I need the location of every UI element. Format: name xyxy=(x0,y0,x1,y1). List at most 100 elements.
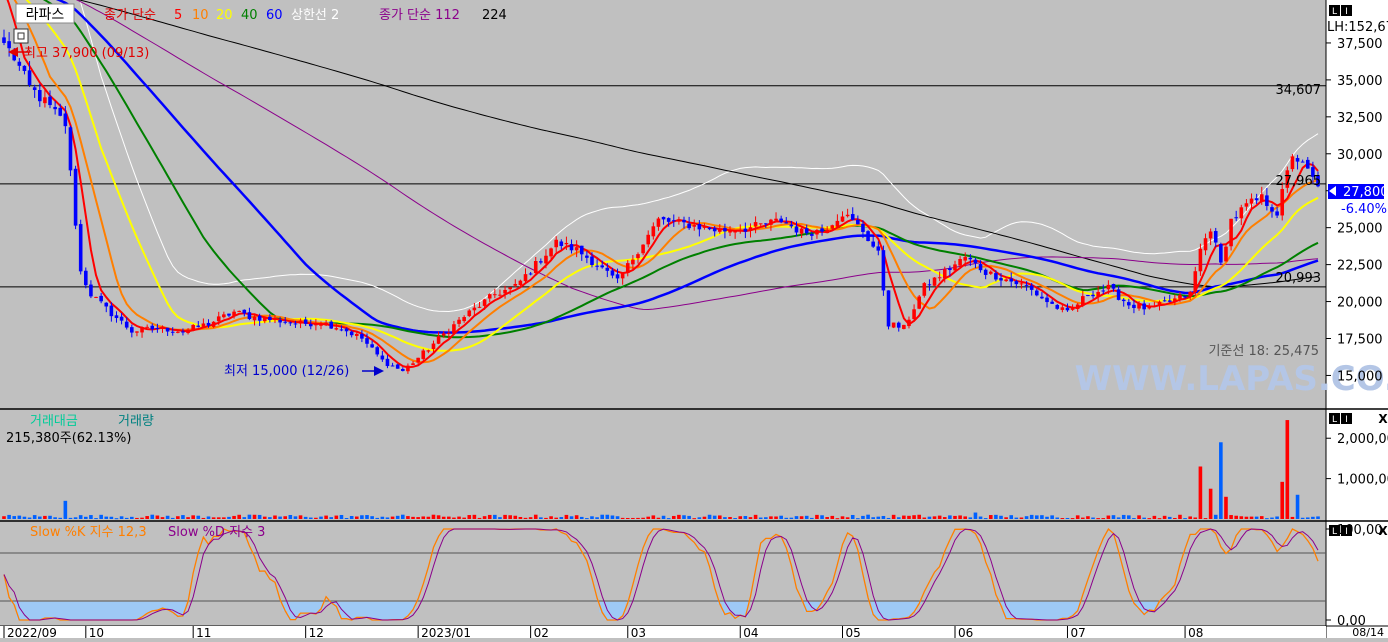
volume-bar xyxy=(891,514,896,519)
volume-bar xyxy=(390,516,395,519)
volume-bar xyxy=(866,514,870,519)
volume-bar xyxy=(1193,517,1198,519)
volume-bar xyxy=(319,516,323,519)
x-tick-label: 06 xyxy=(958,626,973,638)
volume-bar xyxy=(881,515,886,519)
volume-bar xyxy=(482,516,487,519)
volume-bar xyxy=(1004,517,1008,519)
volume-bar xyxy=(27,517,32,519)
hline-label-3: 20,993 xyxy=(1276,271,1322,286)
volume-bar xyxy=(94,518,98,520)
price-tick-label: 15,000 xyxy=(1337,369,1383,384)
price-tick-label: 17,500 xyxy=(1337,333,1383,348)
chart-canvas[interactable]: WWW.LAPAS.CO.KR 37,50035,00032,50030,000… xyxy=(0,0,1388,640)
price-tick-label: 20,000 xyxy=(1337,296,1383,311)
x-tick-label: 08 xyxy=(1188,626,1203,638)
volume-bar xyxy=(196,515,201,519)
hline-label-2: 27,965 xyxy=(1276,174,1322,189)
volume-bar xyxy=(1203,518,1208,520)
volume-bar xyxy=(58,517,63,519)
volume-bar xyxy=(160,517,165,519)
x-tick-label: 05 xyxy=(846,626,861,638)
candle xyxy=(421,348,426,361)
candle xyxy=(1219,242,1223,266)
volume-bar xyxy=(1096,518,1100,520)
kijun-label: 기준선 18: 25,475 xyxy=(1208,344,1319,359)
volume-bar xyxy=(329,517,334,519)
volume-bar xyxy=(1219,442,1223,519)
volume-bar xyxy=(84,516,88,519)
hline-label-1: 34,607 xyxy=(1276,83,1322,98)
volume-bar xyxy=(1121,514,1126,519)
volume-bar xyxy=(615,516,620,519)
price-panel[interactable] xyxy=(0,0,1326,408)
volume-bar xyxy=(140,517,144,519)
volume-bar xyxy=(1224,496,1228,519)
volume-bar xyxy=(804,515,809,519)
volume-bar xyxy=(968,517,973,519)
volume-bar xyxy=(983,518,988,520)
volume-bar xyxy=(104,516,109,519)
volume-bar xyxy=(728,517,732,519)
volume-bar xyxy=(1127,515,1131,519)
volume-bar xyxy=(687,515,691,519)
volume-bar xyxy=(406,516,410,519)
volume-bar xyxy=(436,515,441,519)
candle xyxy=(922,282,927,298)
volume-bar xyxy=(380,516,385,519)
volume-bar xyxy=(124,517,129,519)
volume-bar xyxy=(176,516,180,519)
volume-bar xyxy=(1152,515,1157,519)
volume-bar xyxy=(170,517,175,519)
volume-bar xyxy=(886,517,891,519)
settings-box-icon[interactable] xyxy=(13,28,29,44)
volume-bar xyxy=(641,517,645,519)
volume-bar xyxy=(1270,517,1274,519)
price-tick-label: 37,500 xyxy=(1337,37,1383,52)
volume-bar xyxy=(508,515,512,519)
vol-panel-close-icon[interactable]: X xyxy=(1378,412,1388,426)
volume-bar xyxy=(247,514,252,519)
volume-bar xyxy=(63,500,68,519)
volume-bar xyxy=(308,517,313,519)
volume-bar xyxy=(758,517,763,519)
volume-bar xyxy=(871,517,875,519)
stoch-panel-close-icon[interactable]: X xyxy=(1378,524,1388,538)
volume-bar xyxy=(1178,514,1182,519)
volume-bar xyxy=(1065,517,1070,519)
candle xyxy=(866,230,870,242)
volume-bar xyxy=(937,515,942,519)
volume-bar xyxy=(830,515,835,519)
volume-bar xyxy=(769,516,773,519)
volume-bar xyxy=(242,517,247,519)
candle xyxy=(932,277,937,286)
volume-bar xyxy=(835,518,840,520)
volume-bar xyxy=(656,517,661,519)
volume-bar xyxy=(978,516,983,519)
volume-bar xyxy=(298,515,303,519)
volume-bar xyxy=(472,514,477,519)
volume-bar xyxy=(114,518,119,520)
volume-bar xyxy=(375,517,380,519)
ma-label: 종가 단순 xyxy=(104,8,156,23)
volume-bar xyxy=(671,515,676,519)
y-axis-area xyxy=(1326,0,1388,638)
volume-bar xyxy=(590,516,594,519)
svg-text:I: I xyxy=(1345,7,1348,17)
volume-bar xyxy=(53,517,57,519)
volume-bar xyxy=(1188,516,1192,519)
volume-bar xyxy=(232,515,236,519)
volume-panel[interactable] xyxy=(0,410,1326,520)
volume-bar xyxy=(953,515,957,519)
volume-current: 215,380주(62.13%) xyxy=(6,431,131,446)
volume-bar xyxy=(850,514,855,519)
volume-bar xyxy=(37,516,42,519)
volume-bar xyxy=(973,512,978,519)
volume-bar xyxy=(1081,517,1085,519)
x-tick-label: 10 xyxy=(89,626,104,638)
svg-text:I: I xyxy=(1345,527,1348,537)
volume-bar xyxy=(206,516,211,519)
x-tick-label: 07 xyxy=(1070,626,1085,638)
volume-bar xyxy=(677,514,681,519)
ma-10: 10 xyxy=(192,8,209,23)
